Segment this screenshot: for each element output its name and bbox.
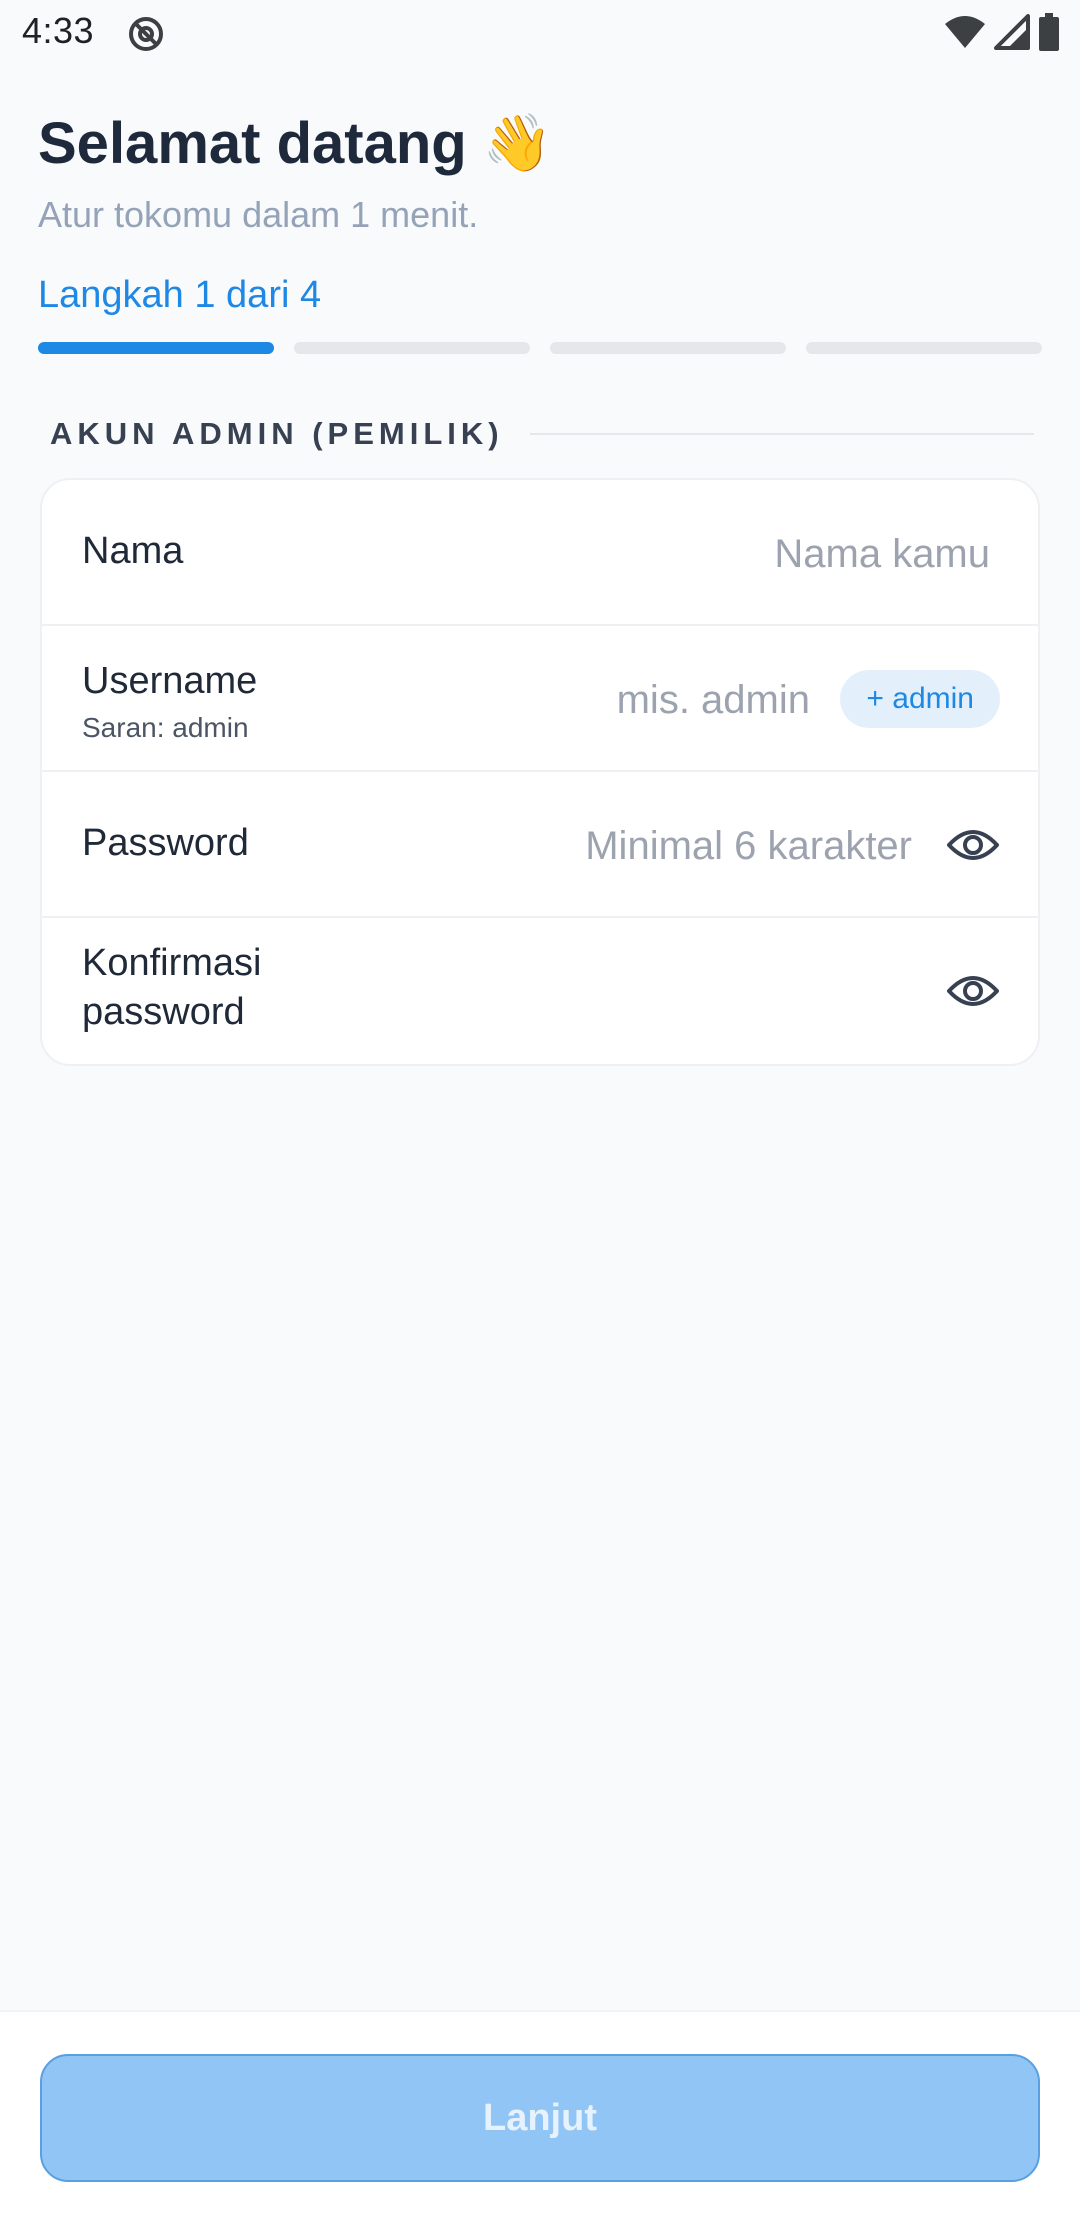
admin-account-form: Nama Username Saran: admin + admin Passw… (40, 478, 1040, 1066)
eye-icon[interactable] (946, 964, 1000, 1018)
progress-segment-2 (294, 342, 530, 354)
section-divider (529, 433, 1034, 435)
name-row: Nama (42, 480, 1038, 626)
username-row: Username Saran: admin + admin (42, 626, 1038, 772)
confirm-password-label-line2: password (82, 991, 245, 1033)
dnd-icon (126, 14, 166, 54)
status-bar: 4:33 (0, 0, 1080, 68)
eye-icon[interactable] (946, 818, 1000, 872)
name-input[interactable] (430, 526, 990, 582)
progress-segment-4 (806, 342, 1042, 354)
next-button[interactable]: Lanjut (40, 2054, 1040, 2182)
status-time: 4:33 (22, 10, 95, 51)
title-text: Selamat datang (38, 110, 467, 176)
section-header: AKUN ADMIN (PEMILIK) (50, 416, 1034, 452)
confirm-password-input[interactable] (412, 964, 912, 1020)
header: Selamat datang 👋 Atur tokomu dalam 1 men… (38, 106, 1038, 236)
add-admin-suggestion-chip[interactable]: + admin (840, 670, 1000, 728)
confirm-password-row: Konfirmasi password (42, 918, 1038, 1064)
password-input[interactable] (392, 818, 912, 874)
step-progress (38, 342, 1042, 354)
progress-segment-1 (38, 342, 274, 354)
name-label: Nama (82, 530, 184, 572)
step-label: Langkah 1 dari 4 (38, 274, 322, 316)
confirm-password-label-line1: Konfirmasi (82, 942, 262, 984)
bottom-action-bar: Lanjut (0, 2010, 1080, 2222)
username-label: Username (82, 660, 258, 702)
progress-segment-3 (550, 342, 786, 354)
username-suggestion: Saran: admin (82, 712, 249, 743)
password-row: Password (42, 772, 1038, 918)
username-input[interactable] (390, 672, 810, 728)
status-icons (944, 12, 1060, 56)
page-title: Selamat datang 👋 (38, 106, 1038, 180)
section-title: AKUN ADMIN (PEMILIK) (50, 416, 504, 451)
waving-hand-icon: 👋 (482, 111, 553, 174)
signal-icon (994, 13, 1030, 55)
battery-icon (1038, 12, 1060, 56)
wifi-icon (944, 14, 986, 55)
password-label: Password (82, 822, 249, 864)
page-subtitle: Atur tokomu dalam 1 menit. (38, 194, 479, 235)
